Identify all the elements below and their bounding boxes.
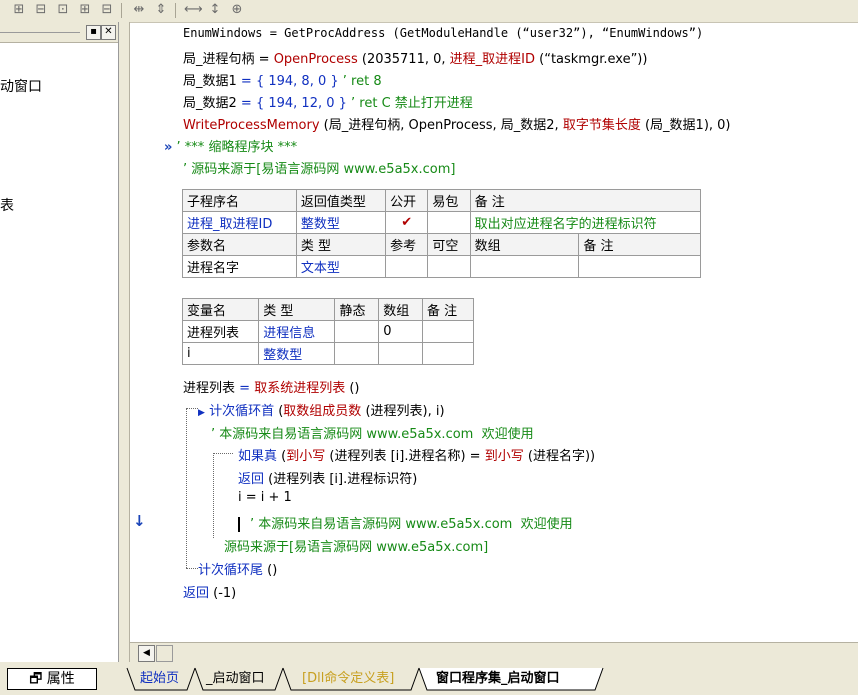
variable-type[interactable]: 进程信息 xyxy=(258,320,336,343)
variable-table: 变量名 类 型 静态 数组 备 注 进程列表 进程信息 0 i 整数型 xyxy=(181,298,474,365)
header-cell: 类 型 xyxy=(295,233,387,256)
editor-gutter xyxy=(119,22,130,662)
align-left-icon[interactable]: ⊞ xyxy=(10,2,28,18)
header-cell: 参数名 xyxy=(182,233,297,256)
cell[interactable] xyxy=(385,255,429,278)
tree-item-table[interactable]: 表 xyxy=(0,195,14,215)
align-top-icon[interactable]: ⊟ xyxy=(32,2,50,18)
public-check-icon[interactable]: ✔ xyxy=(385,211,429,234)
align-right-icon[interactable]: ⊞ xyxy=(76,2,94,18)
cell[interactable] xyxy=(378,342,423,365)
subroutine-table: 子程序名 返回值类型 公开 易包 备 注 进程_取进程ID 整数型 ✔ 取出对应… xyxy=(182,189,702,278)
return-line[interactable]: 返回 (-1) xyxy=(183,582,236,601)
panel-minimize-icon[interactable]: ▪ xyxy=(86,25,101,40)
tab-window-assembly[interactable]: 窗口程序集_启动窗口 xyxy=(436,668,560,690)
width-icon[interactable]: ⟷ xyxy=(184,2,203,18)
horizontal-scrollbar[interactable]: ◀ xyxy=(130,642,858,663)
properties-icon: 🗗 xyxy=(29,671,43,687)
comment-line[interactable]: ’ 本源码来自易语言源码网 www.e5a5x.com 欢迎使用 xyxy=(211,423,534,442)
header-cell: 变量名 xyxy=(181,298,260,321)
cell[interactable] xyxy=(578,255,701,278)
param-name[interactable]: 进程名字 xyxy=(182,255,297,278)
code-line[interactable]: 局_数据2 = { 194, 12, 0 } ’ ret C 禁止打开进程 xyxy=(183,92,473,111)
remark-cell[interactable]: 取出对应进程名字的进程标识符 xyxy=(469,211,702,234)
return-type[interactable]: 整数型 xyxy=(295,211,387,234)
tab-dll-commands[interactable]: [Dll命令定义表] xyxy=(302,668,394,690)
panel-close-icon[interactable]: ✕ xyxy=(101,25,116,40)
code-line[interactable]: WriteProcessMemory (局_进程句柄, OpenProcess,… xyxy=(183,114,731,133)
header-cell: 易包 xyxy=(427,189,471,212)
properties-tab[interactable]: 🗗 属性 xyxy=(7,668,97,690)
tree-item-window[interactable]: 动窗口 xyxy=(0,76,42,96)
header-cell: 类 型 xyxy=(258,298,336,321)
scroll-left-icon[interactable]: ◀ xyxy=(138,645,155,662)
header-cell: 可空 xyxy=(427,233,471,256)
space-vertical-icon[interactable]: ⇕ xyxy=(152,2,170,18)
header-cell: 备 注 xyxy=(578,233,701,256)
header-cell: 数组 xyxy=(378,298,423,321)
project-panel: ▪ ✕ 动窗口 表 xyxy=(0,22,119,662)
cell[interactable] xyxy=(334,342,380,365)
cell[interactable] xyxy=(422,342,474,365)
code-line[interactable]: i = i + 1 xyxy=(238,490,292,505)
size-icon[interactable]: ⊕ xyxy=(228,2,246,18)
cell[interactable] xyxy=(422,320,474,343)
param-type[interactable]: 文本型 xyxy=(295,255,387,278)
header-cell: 参考 xyxy=(385,233,429,256)
align-center-icon[interactable]: ⊡ xyxy=(54,2,72,18)
header-cell: 备 注 xyxy=(422,298,474,321)
execution-arrow-icon: ↓ xyxy=(133,512,146,530)
bottom-tabbar: 🗗 属性 起始页 _启动窗口 [Dll命令定义表] 窗口程序集_启动窗口 xyxy=(0,662,858,695)
expand-block-icon: » xyxy=(164,140,173,155)
header-cell: 数组 xyxy=(469,233,580,256)
header-cell: 备 注 xyxy=(469,189,702,212)
code-line[interactable]: 进程列表 = 取系统进程列表 () xyxy=(183,377,359,396)
loop-start-line[interactable]: ▶ 计次循环首 (取数组成员数 (进程列表), i) xyxy=(198,400,445,419)
code-editor[interactable]: EnumWindows = GetProcAddress (GetModuleH… xyxy=(150,22,858,642)
variable-type[interactable]: 整数型 xyxy=(258,342,336,365)
loop-end-line[interactable]: 计次循环尾 () xyxy=(198,559,277,578)
header-cell: 返回值类型 xyxy=(295,189,387,212)
header-cell: 子程序名 xyxy=(182,189,297,212)
align-bottom-icon[interactable]: ⊟ xyxy=(98,2,116,18)
comment-line[interactable]: 源码来源于[易语言源码网 www.e5a5x.com] xyxy=(224,536,488,555)
return-line[interactable]: 返回 (进程列表 [i].进程标识符) xyxy=(238,468,417,487)
panel-titlebar: ▪ ✕ xyxy=(0,22,118,43)
header-cell: 公开 xyxy=(385,189,429,212)
text-cursor xyxy=(238,517,240,532)
variable-name[interactable]: i xyxy=(181,342,260,365)
height-icon[interactable]: ↕ xyxy=(206,2,224,18)
cell[interactable] xyxy=(334,320,380,343)
cell[interactable] xyxy=(427,211,471,234)
scroll-thumb[interactable] xyxy=(156,645,173,662)
if-line[interactable]: 如果真 (到小写 (进程列表 [i].进程名称) = 到小写 (进程名字)) xyxy=(238,445,595,464)
tab-start-page[interactable]: 起始页 xyxy=(140,668,179,690)
code-line[interactable]: EnumWindows = GetProcAddress (GetModuleH… xyxy=(183,26,703,40)
collapsed-block[interactable]: » ’ *** 缩略程序块 *** xyxy=(164,136,297,155)
tab-startup-window[interactable]: _启动窗口 xyxy=(206,668,265,690)
variable-name[interactable]: 进程列表 xyxy=(181,320,260,343)
cell[interactable] xyxy=(427,255,471,278)
code-line[interactable]: 局_数据1 = { 194, 8, 0 } ’ ret 8 xyxy=(183,70,382,89)
space-horizontal-icon[interactable]: ⇹ xyxy=(130,2,148,18)
cell[interactable] xyxy=(469,255,580,278)
code-line[interactable]: 局_进程句柄 = OpenProcess (2035711, 0, 进程_取进程… xyxy=(183,48,647,67)
subroutine-name[interactable]: 进程_取进程ID xyxy=(182,211,297,234)
header-cell: 静态 xyxy=(334,298,380,321)
comment-line[interactable]: ’ 本源码来自易语言源码网 www.e5a5x.com 欢迎使用 xyxy=(238,513,573,532)
comment-line[interactable]: ’ 源码来源于[易语言源码网 www.e5a5x.com] xyxy=(183,158,455,177)
alignment-toolbar: ⊞ ⊟ ⊡ ⊞ ⊟ ⇹ ⇕ ⟷ ↕ ⊕ xyxy=(0,0,858,23)
array-cell[interactable]: 0 xyxy=(378,320,423,343)
